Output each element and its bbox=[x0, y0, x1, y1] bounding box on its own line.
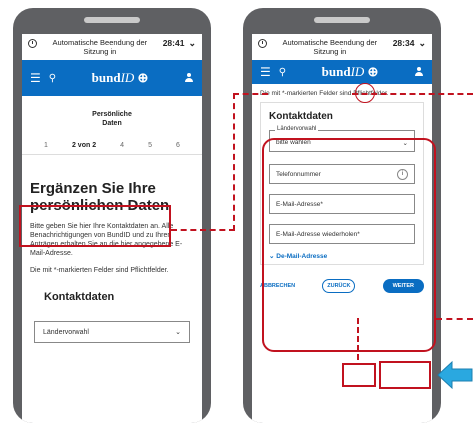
step-6: 6 bbox=[176, 142, 180, 149]
step-4: 4 bbox=[120, 142, 125, 149]
step-current: 2 von 2 bbox=[71, 142, 97, 149]
section-title: Kontaktdaten bbox=[269, 111, 333, 122]
highlight-back-button bbox=[342, 363, 376, 387]
logo-bund: bund bbox=[91, 70, 121, 85]
logo-id: ID bbox=[120, 70, 135, 85]
connector-line bbox=[233, 93, 268, 95]
stepper-current-step: Persönliche Daten bbox=[87, 110, 137, 128]
step-1: 1 bbox=[44, 142, 48, 149]
section-title: Kontaktdaten bbox=[44, 291, 115, 303]
bundid-logo[interactable]: bundID ⊕ bbox=[64, 70, 176, 86]
country-code-select-label: Ländervorwahl bbox=[43, 328, 89, 336]
required-fields-hint: Die mit *-markierten Felder sind Pflicht… bbox=[30, 267, 169, 274]
phone-speaker bbox=[314, 17, 370, 23]
clock-icon bbox=[28, 39, 37, 48]
search-icon[interactable]: ⚲ bbox=[279, 67, 286, 78]
connector-line bbox=[357, 318, 359, 360]
session-timer: Automatische Beendung der Sitzung in 28:… bbox=[252, 34, 432, 60]
country-code-label: Ländervorwahl bbox=[275, 126, 319, 132]
phone-speaker bbox=[84, 17, 140, 23]
progress-stepper: Persönliche Daten 1 2 von 2 4 5 6 bbox=[22, 110, 202, 155]
country-code-select[interactable]: Ländervorwahl ⌄ bbox=[34, 321, 190, 343]
user-icon[interactable] bbox=[184, 73, 194, 83]
menu-icon[interactable]: ☰ bbox=[260, 65, 271, 79]
menu-icon[interactable]: ☰ bbox=[30, 71, 41, 85]
highlight-page-title bbox=[19, 205, 171, 247]
user-icon[interactable] bbox=[414, 67, 424, 77]
top-navigation-bar: ☰ ⚲ bundID ⊕ bbox=[22, 60, 202, 96]
stepper-title: Persönliche Daten bbox=[92, 111, 132, 127]
stepper-divider bbox=[22, 154, 202, 155]
highlight-contact-form bbox=[262, 138, 436, 352]
step-5: 5 bbox=[148, 142, 152, 149]
bundid-logo[interactable]: bundID ⊕ bbox=[294, 64, 406, 80]
highlight-next-button bbox=[379, 361, 431, 389]
session-timer-text: Automatische Beendung der Sitzung in bbox=[52, 38, 148, 56]
logo-bund: bund bbox=[321, 64, 351, 79]
chevron-down-icon[interactable]: ⌄ bbox=[418, 38, 426, 49]
session-timer-value: 28:34 bbox=[392, 38, 415, 48]
chevron-down-icon[interactable]: ⌄ bbox=[188, 38, 196, 49]
session-timer: Automatische Beendung der Sitzung in 28:… bbox=[22, 34, 202, 60]
search-icon[interactable]: ⚲ bbox=[49, 73, 56, 84]
logo-id: ID bbox=[350, 64, 365, 79]
connector-line bbox=[233, 93, 235, 231]
arrow-left-icon bbox=[437, 360, 473, 390]
stepper-numbers: 1 2 von 2 4 5 6 bbox=[22, 142, 202, 149]
chevron-down-icon: ⌄ bbox=[175, 329, 181, 336]
top-navigation-bar: ☰ ⚲ bundID ⊕ bbox=[252, 60, 432, 84]
session-timer-text: Automatische Beendung der Sitzung in bbox=[282, 38, 378, 56]
connector-line bbox=[436, 318, 473, 320]
session-timer-value: 28:41 bbox=[162, 38, 185, 48]
highlight-logo bbox=[355, 83, 375, 103]
connector-line bbox=[171, 229, 235, 231]
clock-icon bbox=[258, 39, 267, 48]
